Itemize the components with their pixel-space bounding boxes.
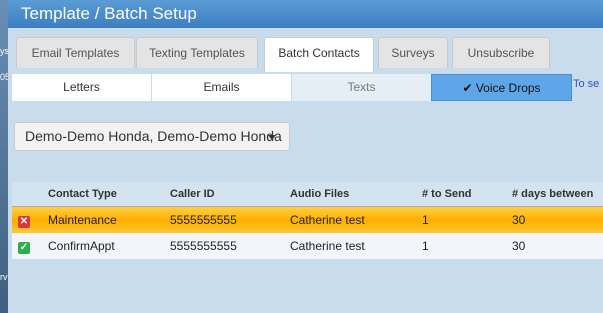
- cell-to-send: 1: [416, 206, 506, 233]
- table-header-row: Contact Type Caller ID Audio Files # to …: [12, 182, 603, 207]
- channel-subtabs: Letters Emails Texts ✔ Voice Drops: [12, 74, 592, 101]
- column-header-contact-type[interactable]: Contact Type: [42, 182, 164, 207]
- window-title: Template / Batch Setup: [21, 4, 197, 23]
- window-title-bar[interactable]: Template / Batch Setup: [8, 0, 603, 28]
- batch-contacts-table: Contact Type Caller ID Audio Files # to …: [12, 182, 603, 259]
- cell-to-send: 1: [416, 233, 506, 259]
- tab-email-templates[interactable]: Email Templates: [16, 37, 135, 68]
- enabled-check-icon[interactable]: ✓: [18, 241, 30, 254]
- subtab-voice-drops[interactable]: ✔ Voice Drops: [431, 74, 572, 101]
- column-header-days-between[interactable]: # days between: [506, 182, 603, 207]
- dialog-body: Email Templates Texting Templates Batch …: [8, 28, 603, 313]
- column-header-status: [12, 182, 42, 207]
- table-row[interactable]: ✓ ConfirmAppt 5555555555 Catherine test …: [12, 233, 603, 259]
- cell-days-between: 30: [506, 233, 603, 259]
- to-send-link[interactable]: To se: [573, 78, 599, 90]
- subtab-texts[interactable]: Texts: [292, 74, 431, 101]
- caret-down-icon: [268, 135, 276, 140]
- disabled-x-icon[interactable]: ✕: [18, 215, 30, 228]
- cell-contact-type: ConfirmAppt: [42, 233, 164, 259]
- column-header-caller-id[interactable]: Caller ID: [164, 182, 284, 207]
- cell-caller-id: 5555555555: [164, 206, 284, 233]
- column-header-to-send[interactable]: # to Send: [416, 182, 506, 207]
- cell-days-between: 30: [506, 206, 603, 233]
- column-header-audio-files[interactable]: Audio Files: [284, 182, 416, 207]
- tab-surveys[interactable]: Surveys: [378, 37, 448, 68]
- subtab-emails[interactable]: Emails: [152, 74, 291, 101]
- tab-unsubscribe[interactable]: Unsubscribe: [452, 37, 550, 68]
- cell-caller-id: 5555555555: [164, 233, 284, 259]
- cell-audio-files: Catherine test: [284, 206, 416, 233]
- tab-texting-templates[interactable]: Texting Templates: [136, 37, 258, 68]
- table-row[interactable]: ✕ Maintenance 5555555555 Catherine test …: [12, 206, 603, 233]
- cell-audio-files: Catherine test: [284, 233, 416, 259]
- cell-contact-type: Maintenance: [42, 206, 164, 233]
- tab-batch-contacts[interactable]: Batch Contacts: [264, 37, 374, 72]
- dealer-select[interactable]: Demo-Demo Honda, Demo-Demo Honda: [14, 122, 290, 151]
- dealer-select-value: Demo-Demo Honda, Demo-Demo Honda: [25, 128, 282, 144]
- subtab-letters[interactable]: Letters: [12, 74, 151, 101]
